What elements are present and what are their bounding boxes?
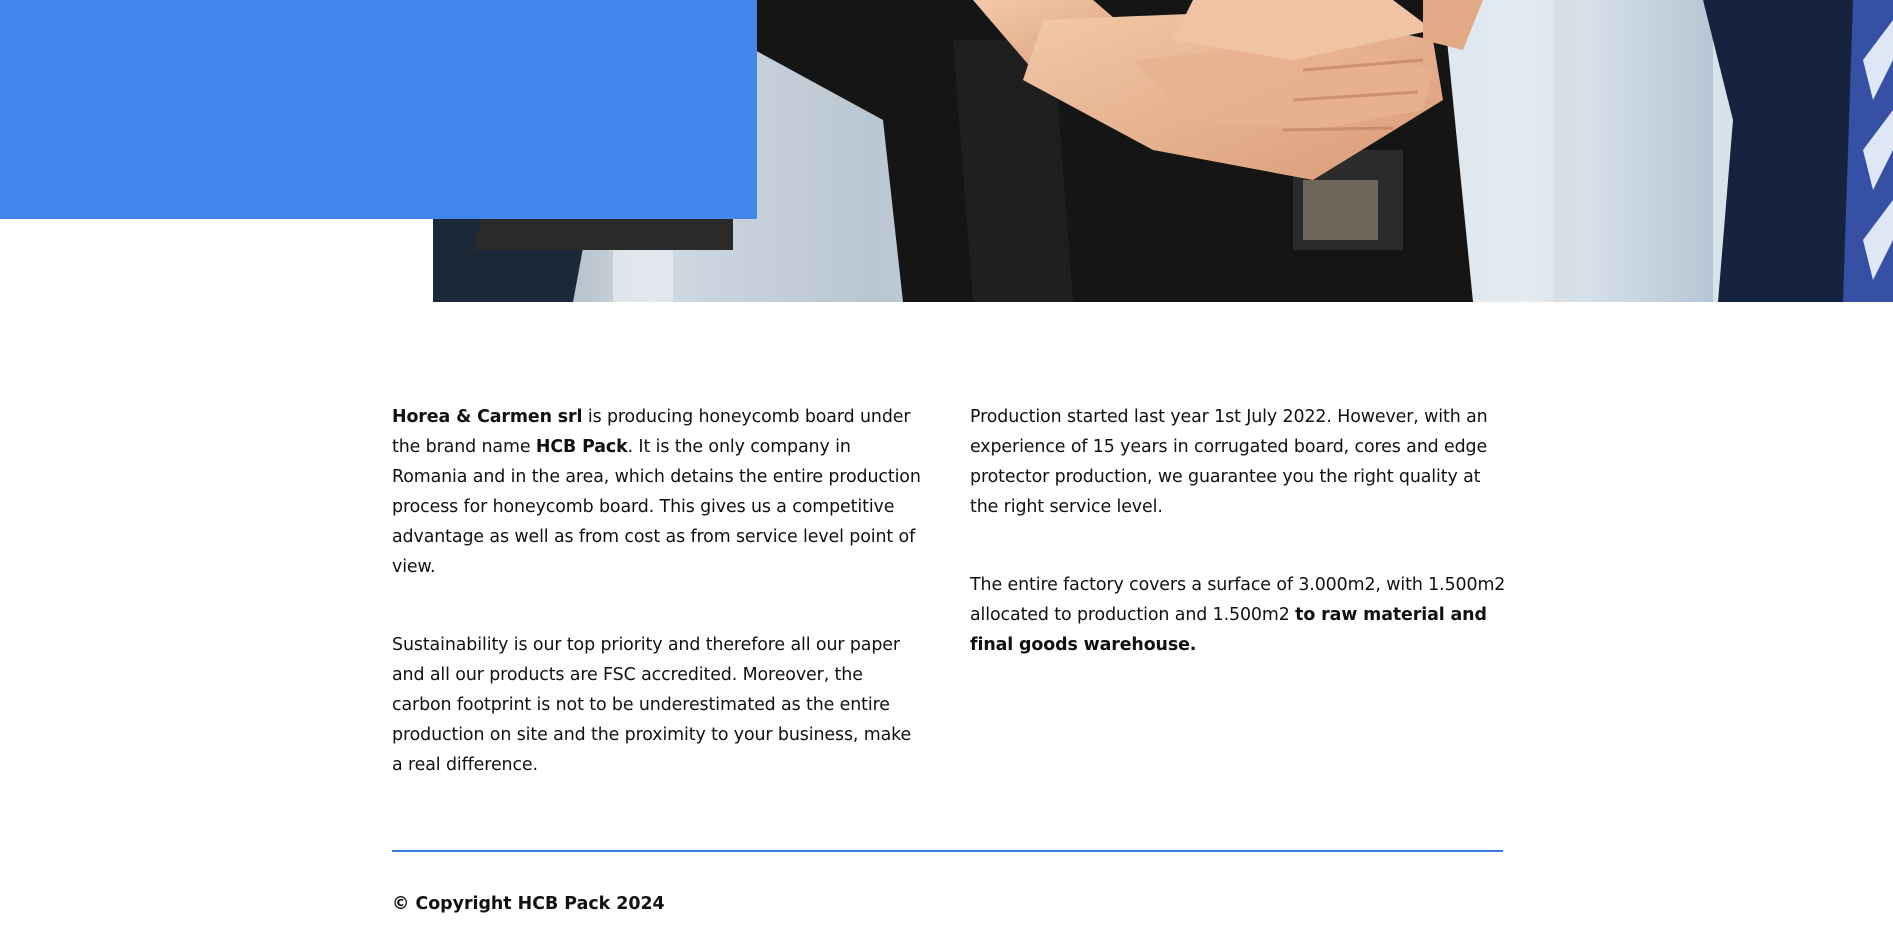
hero-accent-block: [0, 0, 757, 219]
brand-name: HCB Pack: [535, 437, 628, 457]
intro-paragraph: Horea & Carmen srl is producing honeycom…: [392, 402, 927, 582]
production-paragraph: Production started last year 1st July 20…: [970, 407, 1488, 517]
about-column-left: Horea & Carmen srl is producing honeycom…: [392, 402, 927, 828]
factory-paragraph: The entire factory covers a surface of 3…: [970, 570, 1510, 660]
intro-text-b: . It is the only company in Romania and …: [392, 437, 921, 577]
company-name: Horea & Carmen srl: [392, 407, 583, 427]
sustainability-paragraph: Sustainability is our top priority and t…: [392, 635, 912, 775]
footer-divider: [392, 850, 1503, 852]
copyright-text: © Copyright HCB Pack 2024: [392, 894, 665, 914]
about-column-right: Production started last year 1st July 20…: [970, 402, 1510, 708]
